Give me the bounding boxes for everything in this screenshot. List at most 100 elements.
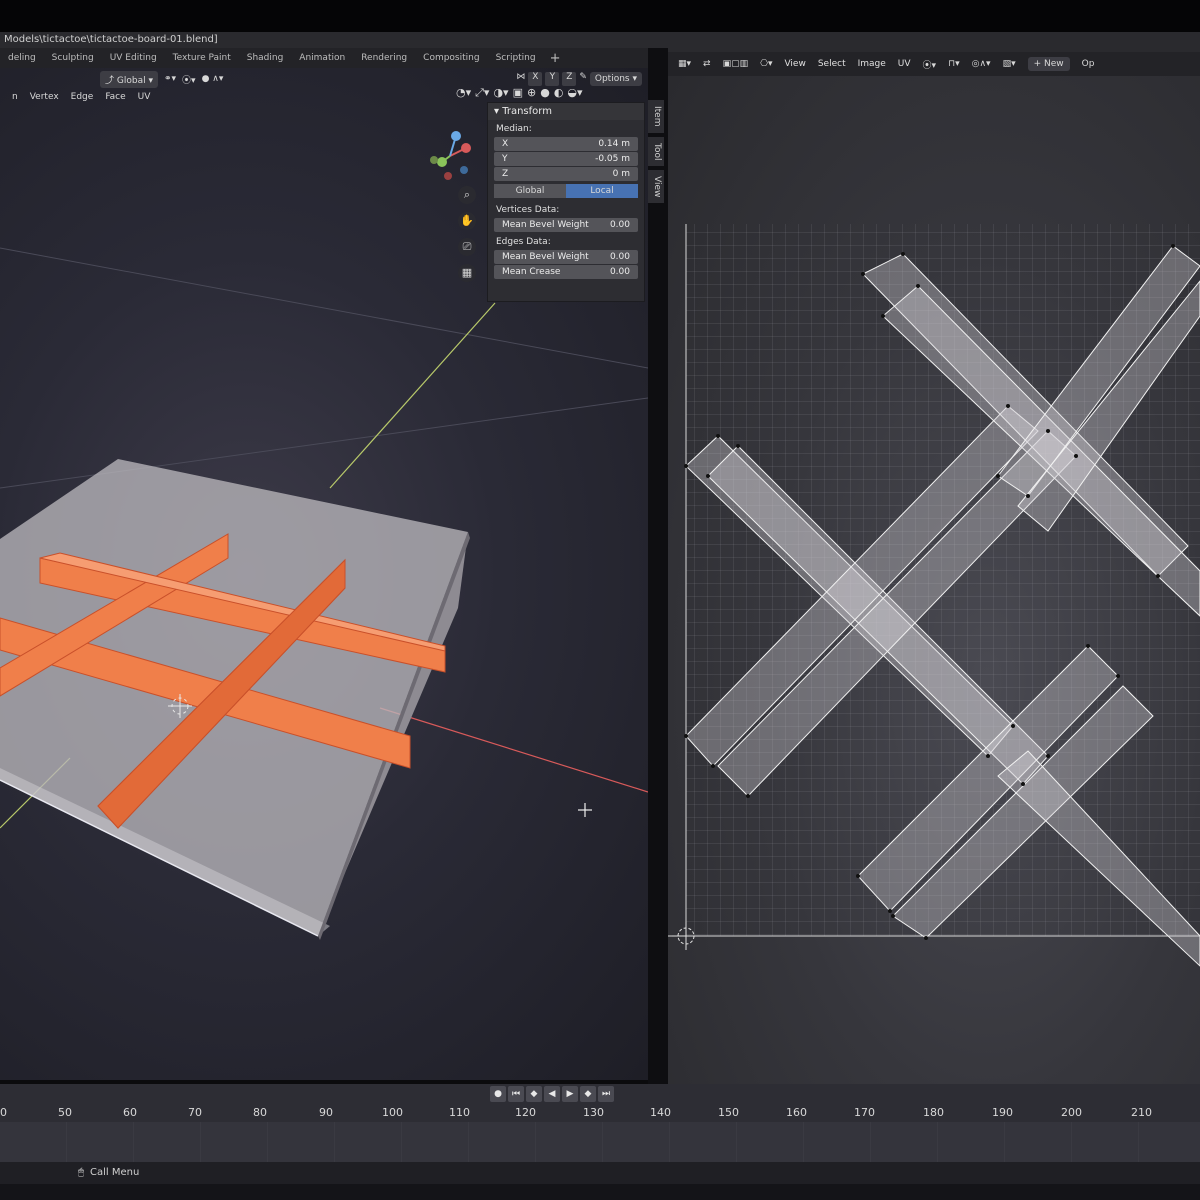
proportional-edit-icon[interactable]: ◎∧▾ xyxy=(972,59,991,69)
frame-label: 190 xyxy=(992,1106,1013,1119)
frame-label: 90 xyxy=(319,1106,333,1119)
viewport-shading-tools: ◔▾ ⤢▾ ◑▾ ▣ ⊕ ● ◐ ◒▾ xyxy=(456,86,583,100)
view-mode-icon[interactable]: ⎔▾ xyxy=(760,59,772,69)
material-shading-icon[interactable]: ◐ xyxy=(554,86,564,100)
frame-label: 120 xyxy=(515,1106,536,1119)
uv-editor-header: ▦▾ ⇄ ▣▢▥ ⎔▾ View Select Image UV ⦿▾ ⊓▾ ◎… xyxy=(668,52,1200,76)
prev-keyframe-icon[interactable]: ◆ xyxy=(526,1086,542,1102)
timeline-track[interactable] xyxy=(0,1122,1200,1162)
menu-edge[interactable]: Edge xyxy=(71,92,94,102)
menu-face[interactable]: Face xyxy=(105,92,125,102)
call-menu-hint: 🖱 Call Menu xyxy=(78,1167,139,1178)
frame-ruler[interactable]: 0 50 60 70 80 90 100 110 120 130 140 150… xyxy=(0,1104,1200,1122)
record-icon[interactable]: ● xyxy=(490,1086,506,1102)
xray-icon[interactable]: ▣ xyxy=(513,86,523,100)
snap-icon[interactable]: ⦿▾ xyxy=(182,73,196,86)
median-y-field[interactable]: Y -0.05 m xyxy=(494,152,638,166)
jump-start-icon[interactable]: ⏮ xyxy=(508,1086,524,1102)
timeline-editor[interactable]: ● ⏮ ◆ ◀ ▶ ◆ ⏭ 0 50 60 70 80 90 100 110 1… xyxy=(0,1084,1200,1162)
menu-uv[interactable]: UV xyxy=(138,92,151,102)
local-toggle-button[interactable]: Local xyxy=(566,184,638,198)
frame-label: 60 xyxy=(123,1106,137,1119)
x-value: 0.14 m xyxy=(598,139,630,149)
uv-editor[interactable]: ▦▾ ⇄ ▣▢▥ ⎔▾ View Select Image UV ⦿▾ ⊓▾ ◎… xyxy=(668,48,1200,1084)
solid-shading-icon[interactable]: ● xyxy=(540,86,550,100)
uv-canvas[interactable] xyxy=(668,76,1200,1084)
window-title: Models\tictactoe\tictactoe-board-01.blen… xyxy=(0,32,1200,48)
add-workspace-button[interactable]: + xyxy=(544,51,567,66)
gizmo-toggle-icon[interactable]: ⤢▾ xyxy=(475,86,489,100)
navigation-gizmo[interactable] xyxy=(420,126,480,186)
3d-viewport[interactable]: ⤴ Global ▾ ⚭▾ ⦿▾ ● ∧▾ ⋈ X Y Z ✎ Options … xyxy=(0,68,648,1080)
hand-pan-icon[interactable]: ✋ xyxy=(458,212,476,230)
tab-scripting[interactable]: Scripting xyxy=(488,51,544,65)
options-dropdown[interactable]: Options ▾ xyxy=(589,72,642,86)
tab-compositing[interactable]: Compositing xyxy=(415,51,487,65)
perspective-grid-icon[interactable]: ▦ xyxy=(458,264,476,282)
frame-label: 100 xyxy=(382,1106,403,1119)
wireframe-shading-icon[interactable]: ⊕ xyxy=(527,86,536,100)
crease-label: Mean Crease xyxy=(502,267,561,277)
mirror-icon[interactable]: ⋈ xyxy=(516,72,525,86)
axis-z-button[interactable]: Z xyxy=(562,72,577,86)
tab-view[interactable]: View xyxy=(648,169,664,204)
pivot-icon[interactable]: ⚭▾ xyxy=(164,74,176,84)
brush-icon[interactable]: ✎ xyxy=(579,72,587,86)
play-reverse-icon[interactable]: ◀ xyxy=(544,1086,560,1102)
tab-item[interactable]: Item xyxy=(648,100,664,133)
pivot-icon[interactable]: ⦿▾ xyxy=(923,58,937,71)
menu-select[interactable]: Select xyxy=(818,59,846,69)
vertex-bevel-value: 0.00 xyxy=(609,220,630,230)
y-label: Y xyxy=(502,154,508,164)
axis-x-button[interactable]: X xyxy=(528,72,543,86)
tab-modeling[interactable]: deling xyxy=(0,51,44,65)
transform-panel-header[interactable]: ▾ Transform xyxy=(488,103,644,120)
menu-view[interactable]: View xyxy=(784,59,805,69)
vertex-bevel-weight-field[interactable]: Mean Bevel Weight 0.00 xyxy=(494,218,638,232)
tab-texture-paint[interactable]: Texture Paint xyxy=(165,51,239,65)
sync-selection-icon[interactable]: ⇄ xyxy=(703,59,711,69)
frame-label: 80 xyxy=(253,1106,267,1119)
zoom-icon[interactable]: ⌕ xyxy=(458,186,476,204)
menu-mesh-partial[interactable]: n xyxy=(12,92,18,102)
menu-uv[interactable]: UV xyxy=(898,59,911,69)
visibility-icon[interactable]: ◔▾ xyxy=(456,86,471,100)
global-toggle-button[interactable]: Global xyxy=(494,184,566,198)
options-label: Options xyxy=(594,74,630,84)
axis-y-button[interactable]: Y xyxy=(545,72,560,86)
vertex-bevel-label: Mean Bevel Weight xyxy=(502,220,589,230)
transform-sidebar-panel: ▾ Transform Median: X 0.14 m Y -0.05 m Z 0 … xyxy=(487,102,645,302)
tab-animation[interactable]: Animation xyxy=(291,51,353,65)
snap-icon[interactable]: ⊓▾ xyxy=(948,59,960,69)
play-icon[interactable]: ▶ xyxy=(562,1086,578,1102)
overlay-icon[interactable]: ◑▾ xyxy=(493,86,508,100)
orientation-dropdown[interactable]: ⤴ Global ▾ xyxy=(100,70,158,88)
selection-mode-icons[interactable]: ▣▢▥ xyxy=(723,59,749,69)
tab-rendering[interactable]: Rendering xyxy=(353,51,415,65)
median-z-field[interactable]: Z 0 m xyxy=(494,167,638,181)
rendered-shading-icon[interactable]: ◒▾ xyxy=(567,86,582,100)
edges-data-label: Edges Data: xyxy=(496,237,551,247)
mean-crease-field[interactable]: Mean Crease 0.00 xyxy=(494,265,638,279)
next-keyframe-icon[interactable]: ◆ xyxy=(580,1086,596,1102)
frame-label: 210 xyxy=(1131,1106,1152,1119)
z-value: 0 m xyxy=(612,169,630,179)
camera-icon[interactable]: ⎚ xyxy=(458,238,476,256)
menu-image[interactable]: Image xyxy=(858,59,886,69)
monitor-bezel xyxy=(0,0,1200,32)
proportional-edit-icon[interactable]: ● ∧▾ xyxy=(202,74,224,84)
new-image-button[interactable]: + New xyxy=(1027,57,1070,71)
area-divider[interactable] xyxy=(648,48,668,1088)
tab-uv-editing[interactable]: UV Editing xyxy=(102,51,165,65)
tab-shading[interactable]: Shading xyxy=(239,51,292,65)
tab-sculpting[interactable]: Sculpting xyxy=(44,51,102,65)
image-browse-icon[interactable]: ▧▾ xyxy=(1003,59,1016,69)
jump-end-icon[interactable]: ⏭ xyxy=(598,1086,614,1102)
axis-lock-group: ⋈ X Y Z ✎ Options ▾ xyxy=(516,72,648,86)
options-partial[interactable]: Op xyxy=(1082,59,1095,69)
editor-type-icon[interactable]: ▦▾ xyxy=(678,59,691,69)
tab-tool[interactable]: Tool xyxy=(648,136,664,166)
median-x-field[interactable]: X 0.14 m xyxy=(494,137,638,151)
menu-vertex[interactable]: Vertex xyxy=(30,92,59,102)
edge-bevel-weight-field[interactable]: Mean Bevel Weight 0.00 xyxy=(494,250,638,264)
